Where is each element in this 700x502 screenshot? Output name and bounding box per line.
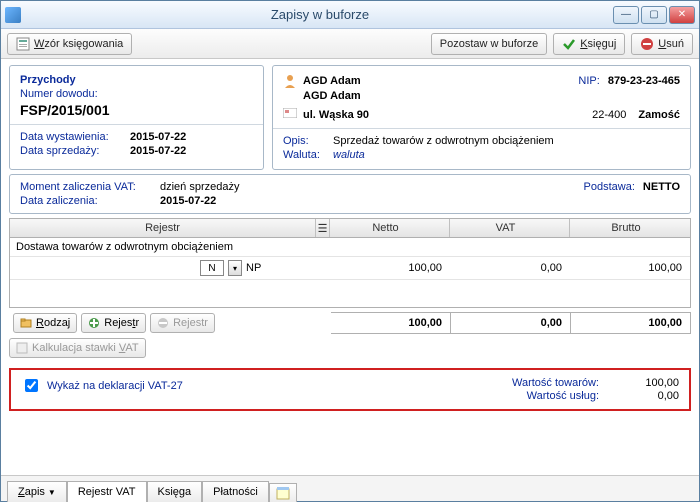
data-sprzedazy-value: 2015-07-22 [130, 145, 186, 157]
total-vat: 0,00 [451, 312, 571, 334]
calc-icon [16, 342, 28, 354]
vat27-checkbox-input[interactable] [25, 379, 38, 392]
grid-row-values: ▾ NP 100,00 0,00 100,00 [10, 257, 690, 279]
tab-notes[interactable] [269, 483, 297, 502]
opis-value: Sprzedaż towarów z odwrotnym obciążeniem [333, 135, 554, 147]
ksieguj-label: Księguj [580, 38, 616, 50]
grid-row-description[interactable]: Dostawa towarów z odwrotnym obciążeniem [10, 238, 690, 257]
moment-vat-label: Moment zaliczenia VAT: [20, 181, 160, 193]
vat27-label: Wykaż na deklaracji VAT-27 [47, 380, 183, 392]
wartosc-towarow-label: Wartość towarów: [512, 377, 599, 389]
wzor-ksiegowania-button[interactable]: Wzór księgowania [7, 33, 132, 55]
tab-ksiega[interactable]: Księga [147, 481, 203, 502]
przychody-label: Przychody [20, 74, 76, 86]
waluta-label: Waluta: [283, 149, 333, 161]
street-value: ul. Wąska 90 [303, 109, 369, 121]
podstawa-value: NETTO [643, 181, 680, 193]
vat-moment-panel: Moment zaliczenia VAT: dzień sprzedaży P… [9, 174, 691, 214]
col-brutto-header[interactable]: Brutto [570, 219, 690, 237]
numer-dowodu-label: Numer dowodu: [20, 88, 98, 100]
address-icon [283, 108, 297, 122]
grid-empty-row [10, 279, 690, 307]
nip-label: NIP: [578, 75, 599, 87]
vat27-box: Wykaż na deklaracji VAT-27 Wartość towar… [9, 368, 691, 411]
grid-body: Dostawa towarów z odwrotnym obciążeniem … [9, 238, 691, 308]
vat27-checkbox[interactable]: Wykaż na deklaracji VAT-27 [21, 376, 183, 395]
folder-icon [20, 317, 32, 329]
wartosc-uslug-label: Wartość usług: [527, 390, 599, 402]
content: Przychody Numer dowodu: FSP/2015/001 Dat… [1, 59, 699, 475]
wzor-label: Wzór księgowania [34, 38, 123, 50]
cell-netto[interactable]: 100,00 [330, 262, 450, 274]
waluta-value: waluta [333, 149, 365, 161]
contractor-name: AGD Adam [303, 75, 361, 87]
usun-button[interactable]: Usuń [631, 33, 693, 55]
numer-dowodu-value: FSP/2015/001 [20, 102, 110, 118]
col-vat-header[interactable]: VAT [450, 219, 570, 237]
filter-icon[interactable]: ☰ [316, 219, 330, 237]
data-zaliczenia-label: Data zaliczenia: [20, 195, 160, 207]
toolbar: Wzór księgowania Pozostaw w buforze Księ… [1, 29, 699, 59]
cell-brutto[interactable]: 100,00 [570, 262, 690, 274]
col-netto-header[interactable]: Netto [330, 219, 450, 237]
maximize-button[interactable]: ▢ [641, 6, 667, 24]
document-panel: Przychody Numer dowodu: FSP/2015/001 Dat… [9, 65, 264, 170]
plus-icon [88, 317, 100, 329]
app-icon [5, 7, 21, 23]
usun-label: Usuń [658, 38, 684, 50]
tabs: Zapis▼ Rejestr VAT Księga Płatności [1, 475, 699, 501]
tab-zapis[interactable]: Zapis▼ [7, 481, 67, 502]
notepad-icon [276, 486, 290, 500]
rodzaj-button[interactable]: Rodzaj [13, 313, 77, 333]
col-rejestr-header[interactable]: Rejestr [10, 219, 316, 237]
grid-totals-row: Rodzaj Rejestr Rejestr 100,00 0,00 100,0… [9, 312, 691, 334]
template-icon [16, 37, 30, 51]
contractor-panel: AGD Adam NIP: 879-23-23-465 AGD Adam ul.… [272, 65, 691, 170]
close-button[interactable]: ✕ [669, 6, 695, 24]
code-label: NP [246, 262, 261, 274]
total-brutto: 100,00 [571, 312, 691, 334]
pozostaw-label: Pozostaw w buforze [440, 38, 538, 50]
nip-value: 879-23-23-465 [608, 75, 680, 87]
data-wystawienia-label: Data wystawienia: [20, 131, 130, 143]
check-icon [562, 37, 576, 51]
rejestr-remove-button[interactable]: Rejestr [150, 313, 215, 333]
minimize-button[interactable]: — [613, 6, 639, 24]
cell-vat[interactable]: 0,00 [450, 262, 570, 274]
kalkulacja-vat-button[interactable]: Kalkulacja stawki VAT [9, 338, 146, 358]
moment-vat-value: dzień sprzedaży [160, 181, 240, 193]
chevron-down-icon: ▼ [48, 488, 56, 497]
rejestr-add-button[interactable]: Rejestr [81, 313, 146, 333]
code-dropdown[interactable]: ▾ [228, 260, 242, 276]
data-sprzedazy-label: Data sprzedaży: [20, 145, 130, 157]
city-value: Zamość [638, 109, 680, 121]
delete-icon [640, 37, 654, 51]
person-icon [283, 74, 297, 88]
grid-header: Rejestr ☰ Netto VAT Brutto [9, 218, 691, 238]
contractor-name2: AGD Adam [303, 90, 361, 102]
podstawa-label: Podstawa: [584, 181, 635, 193]
window: Zapisy w buforze — ▢ ✕ Wzór księgowania … [0, 0, 700, 502]
tab-platnosci[interactable]: Płatności [202, 481, 269, 502]
data-zaliczenia-value: 2015-07-22 [160, 195, 216, 207]
pozostaw-w-buforze-button[interactable]: Pozostaw w buforze [431, 33, 547, 55]
minus-icon [157, 317, 169, 329]
titlebar: Zapisy w buforze — ▢ ✕ [1, 1, 699, 29]
grid: Rejestr ☰ Netto VAT Brutto Dostawa towar… [9, 218, 691, 358]
wartosc-uslug-value: 0,00 [619, 390, 679, 402]
wartosc-towarow-value: 100,00 [619, 377, 679, 389]
ksieguj-button[interactable]: Księguj [553, 33, 625, 55]
window-title: Zapisy w buforze [27, 7, 613, 22]
code-input[interactable] [200, 260, 224, 276]
data-wystawienia-value: 2015-07-22 [130, 131, 186, 143]
total-netto: 100,00 [331, 312, 451, 334]
zip-value: 22-400 [592, 109, 626, 121]
tab-rejestr-vat[interactable]: Rejestr VAT [67, 481, 147, 502]
opis-label: Opis: [283, 135, 333, 147]
